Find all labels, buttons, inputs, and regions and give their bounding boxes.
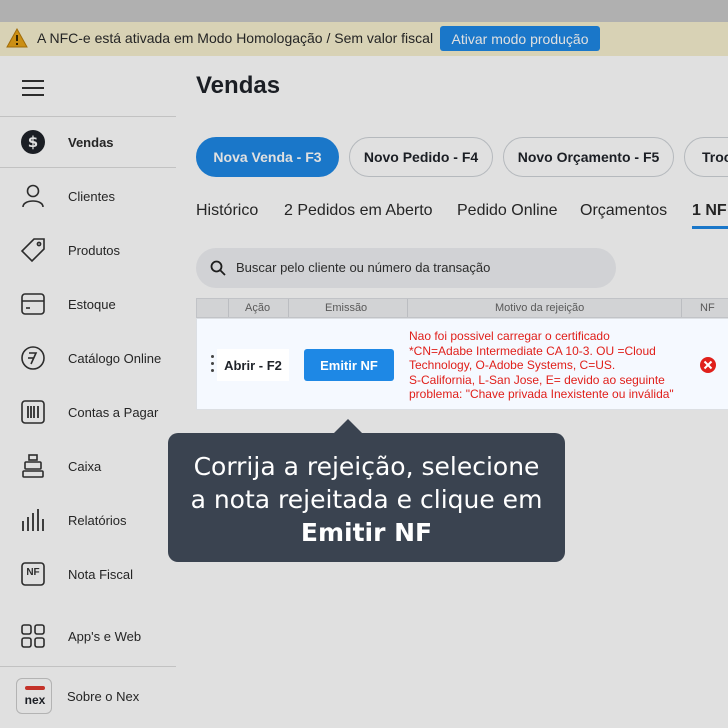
warning-banner: A NFC-e está ativada em Modo Homologação… <box>0 0 728 56</box>
tutorial-tooltip: Corrija a rejeição, selecione a nota rej… <box>168 433 565 562</box>
page-title: Vendas <box>196 72 281 99</box>
nf-badge-text: NF <box>26 567 40 578</box>
search-input[interactable]: Buscar pelo cliente ou número da transaç… <box>196 248 616 288</box>
dollar-icon: $ <box>20 129 46 155</box>
new-quote-button[interactable]: Novo Orçamento - F5 <box>503 137 674 177</box>
error-close-icon[interactable] <box>699 356 717 374</box>
sidebar-item-contas-pagar[interactable]: Contas a Pagar <box>0 386 176 438</box>
hamburger-menu-icon[interactable] <box>22 80 44 96</box>
rejection-line: Nao foi possivel carregar o certificado <box>409 329 610 343</box>
barcode-icon <box>20 399 46 425</box>
sidebar-item-label: Nota Fiscal <box>68 566 134 582</box>
column-header-motivo: Motivo da rejeição <box>495 302 585 314</box>
table-header: Ação Emissão Motivo da rejeição NF <box>196 298 728 318</box>
active-tab-underline <box>692 226 728 229</box>
tab-pedidos-aberto[interactable]: 2 Pedidos em Aberto <box>284 202 433 220</box>
grid-icon <box>20 623 46 649</box>
rejection-line: S-California, L-San Jose, E= devido ao s… <box>409 372 665 387</box>
tab-historico[interactable]: Histórico <box>196 202 258 220</box>
sidebar-item-clientes[interactable]: Clientes <box>0 170 176 222</box>
bars-icon <box>20 507 46 533</box>
tooltip-line: a nota rejeitada e clique em <box>190 485 543 514</box>
open-button[interactable]: Abrir - F2 <box>217 349 289 381</box>
search-placeholder: Buscar pelo cliente ou número da transaç… <box>236 260 491 275</box>
sidebar-item-label: Caixa <box>68 458 102 474</box>
tab-orcamentos[interactable]: Orçamentos <box>580 202 667 220</box>
sidebar-item-label: Estoque <box>68 296 116 312</box>
sidebar-item-label: Sobre o Nex <box>67 688 140 704</box>
svg-text:$: $ <box>28 133 38 151</box>
sidebar-item-label: Produtos <box>68 242 121 258</box>
user-icon <box>20 183 46 209</box>
tab-pedido-online[interactable]: Pedido Online <box>457 202 558 220</box>
sidebar-item-relatorios[interactable]: Relatórios <box>0 494 176 546</box>
nex-logo: nex <box>16 678 52 714</box>
new-sale-button[interactable]: Nova Venda - F3 <box>196 137 339 177</box>
sidebar-item-vendas[interactable]: $ Vendas <box>0 116 176 168</box>
sidebar-item-label: Contas a Pagar <box>68 404 159 420</box>
register-icon <box>20 453 46 479</box>
column-header-emissao: Emissão <box>325 302 368 314</box>
tooltip-line-bold: Emitir NF <box>300 518 433 547</box>
tab-nf[interactable]: 1 NF <box>692 202 727 220</box>
rejection-line: problema: "Chave privada Inexistente ou … <box>409 387 674 401</box>
column-header-nf: NF <box>700 302 715 314</box>
nex-logo-text: nex <box>24 693 46 707</box>
warning-icon <box>6 28 28 48</box>
new-order-button[interactable]: Novo Pedido - F4 <box>349 137 493 177</box>
rejection-line: *CN=Adabe Intermediate CA 10-3. OU =Clou… <box>409 343 656 358</box>
row-options-icon[interactable] <box>211 355 215 375</box>
activate-production-button[interactable]: Ativar modo produção <box>440 26 600 51</box>
sidebar-divider <box>0 666 176 667</box>
sidebar-item-label: Relatórios <box>68 512 127 528</box>
emit-nf-button[interactable]: Emitir NF <box>304 349 394 381</box>
banner-top-strip <box>0 0 728 22</box>
sidebar-item-label: Catálogo Online <box>68 350 162 366</box>
rejection-line: Technology, O-Adobe Systems, C=US. <box>409 358 616 372</box>
sidebar-item-apps-web[interactable]: App's e Web <box>0 610 176 662</box>
column-header-acao: Ação <box>245 302 271 314</box>
catalog-icon <box>20 345 46 371</box>
nf-icon: NF <box>20 561 46 587</box>
sidebar-item-label: App's e Web <box>68 628 142 644</box>
table-row[interactable]: Abrir - F2 Emitir NF Nao foi possivel ca… <box>196 318 728 410</box>
tooltip-line: Corrija a rejeição, selecione <box>193 452 540 481</box>
exchange-button[interactable]: Troc <box>684 137 728 177</box>
sidebar-item-catalogo[interactable]: Catálogo Online <box>0 332 176 384</box>
tag-icon <box>20 237 46 263</box>
sidebar-item-label: Clientes <box>68 188 115 204</box>
sidebar-item-sobre-nex[interactable]: nex Sobre o Nex <box>0 670 176 722</box>
sidebar-item-caixa[interactable]: Caixa <box>0 440 176 492</box>
sidebar-item-produtos[interactable]: Produtos <box>0 224 176 276</box>
box-icon <box>20 291 46 317</box>
banner-text: A NFC-e está ativada em Modo Homologação… <box>37 30 434 46</box>
tooltip-arrow <box>333 419 363 434</box>
sidebar-item-estoque[interactable]: Estoque <box>0 278 176 330</box>
sidebar-item-nota-fiscal[interactable]: NF Nota Fiscal <box>0 548 176 600</box>
rejection-reason: Nao foi possivel carregar o certificado … <box>409 329 699 402</box>
sidebar-item-label: Vendas <box>68 134 114 150</box>
search-icon <box>210 260 226 276</box>
